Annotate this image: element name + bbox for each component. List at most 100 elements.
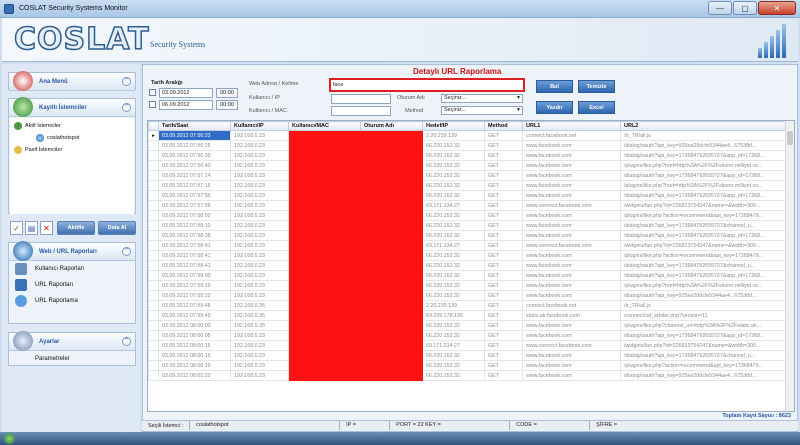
- method-select[interactable]: Seçiniz... ▼: [441, 106, 523, 115]
- table-row[interactable]: 03.09.2012 07:57:58 192.168.0.23 69.171.23…: [148, 200, 787, 211]
- table-row[interactable]: 03.09.2012 07:56:25 192.168.0.23 66.220.15…: [148, 140, 787, 151]
- table-row[interactable]: ▸ 03.09.2012 07:56:23 192.168.0.23 2.20.239…: [148, 130, 787, 141]
- row-pointer[interactable]: ▸: [148, 130, 159, 141]
- table-row[interactable]: 03.09.2012 08:02:22 192.168.0.23 66.220.15…: [148, 370, 787, 381]
- row-pointer[interactable]: [148, 170, 159, 181]
- row-pointer[interactable]: [148, 230, 159, 241]
- table-row[interactable]: 03.09.2012 07:58:41 192.168.0.23 69.171.23…: [148, 240, 787, 251]
- row-pointer[interactable]: [148, 310, 159, 321]
- url-report-grid[interactable]: Tarih/Saat Kullanıcı/IP Kullanıcı/MAC Ot…: [147, 120, 795, 412]
- date-from-checkbox[interactable]: [149, 89, 156, 96]
- document-icon[interactable]: ▤: [25, 221, 38, 235]
- table-row[interactable]: 03.09.2012 07:58:38 192.168.0.23 66.220.15…: [148, 230, 787, 241]
- table-row[interactable]: 03.09.2012 07:58:02 192.168.0.23 66.220.15…: [148, 210, 787, 221]
- row-pointer[interactable]: [148, 280, 159, 291]
- row-pointer[interactable]: [148, 340, 159, 351]
- table-cell: 66.220.152.32: [422, 220, 485, 231]
- table-row[interactable]: 03.09.2012 07:57:56 192.168.0.23 66.220.15…: [148, 190, 787, 201]
- row-pointer[interactable]: [148, 240, 159, 251]
- row-pointer[interactable]: [148, 160, 159, 171]
- row-pointer[interactable]: [148, 190, 159, 201]
- row-pointer[interactable]: [148, 260, 159, 271]
- date-to-checkbox[interactable]: [149, 101, 156, 108]
- scrollbar-thumb[interactable]: [787, 131, 793, 145]
- collapse-chevron-icon[interactable]: ⌃: [122, 247, 131, 256]
- row-pointer[interactable]: [148, 150, 159, 161]
- excel-button[interactable]: Excel: [578, 101, 615, 114]
- table-row[interactable]: 03.09.2012 08:00:15 192.168.0.23 69.171.23…: [148, 340, 787, 351]
- col-header-session[interactable]: Oturum Adı: [360, 121, 423, 131]
- start-button-icon[interactable]: [4, 433, 15, 444]
- row-pointer[interactable]: [148, 220, 159, 231]
- menu-url-reporting[interactable]: URL Raporlama: [9, 293, 135, 309]
- table-row[interactable]: 03.09.2012 07:56:40 192.168.0.23 66.220.15…: [148, 160, 787, 171]
- row-pointer[interactable]: [148, 250, 159, 261]
- vertical-scrollbar[interactable]: [785, 121, 794, 411]
- tree-item-passive-clients[interactable]: Pasif İstemciler: [14, 144, 134, 156]
- date-to-field[interactable]: 06.09.2012: [159, 100, 213, 110]
- menu-user-reports[interactable]: Kullanıcı Raporları: [9, 261, 135, 277]
- row-pointer[interactable]: [148, 320, 159, 331]
- menu-parameters[interactable]: Parametreler: [9, 351, 135, 367]
- row-pointer[interactable]: [148, 360, 159, 371]
- col-header-date[interactable]: Tarih/Saat: [158, 121, 231, 131]
- table-row[interactable]: 03.09.2012 08:00:05 192.168.0.23 66.220.15…: [148, 330, 787, 341]
- table-cell: www.facebook.com: [522, 350, 621, 361]
- collapse-chevron-icon[interactable]: ⌃: [122, 77, 131, 86]
- table-cell: 192.168.0.23: [230, 340, 289, 351]
- print-button[interactable]: Yazdır: [536, 101, 573, 114]
- time-to-field[interactable]: 00:00: [216, 100, 238, 110]
- row-pointer[interactable]: [148, 370, 159, 381]
- col-header-user-ip[interactable]: Kullanıcı/IP: [230, 121, 289, 131]
- col-header-user-mac[interactable]: Kullanıcı/MAC: [288, 121, 361, 131]
- row-pointer[interactable]: [148, 200, 159, 211]
- table-row[interactable]: 03.09.2012 07:58:10 192.168.0.23 66.220.15…: [148, 220, 787, 231]
- session-select[interactable]: Seçiniz... ▼: [441, 94, 523, 103]
- row-pointer[interactable]: [148, 210, 159, 221]
- table-row[interactable]: 03.09.2012 07:59:00 192.168.0.23 66.220.15…: [148, 270, 787, 281]
- tree-item-client[interactable]: coslathotspot: [14, 132, 134, 144]
- col-header-method[interactable]: Method: [484, 121, 523, 131]
- time-from-field[interactable]: 00:00: [216, 88, 238, 98]
- user-ip-input[interactable]: [331, 94, 391, 104]
- delete-icon[interactable]: ✕: [40, 221, 53, 235]
- get-data-button[interactable]: Data Al: [98, 221, 136, 235]
- find-button[interactable]: Bul: [536, 80, 573, 93]
- col-header-url2[interactable]: URL2: [620, 121, 787, 131]
- collapse-chevron-icon[interactable]: ⌃: [122, 103, 131, 112]
- activate-button[interactable]: Aktifle: [57, 221, 95, 235]
- row-pointer[interactable]: [148, 300, 159, 311]
- clear-button[interactable]: Temizle: [578, 80, 615, 93]
- table-row[interactable]: 03.09.2012 07:59:22 192.168.0.23 66.220.15…: [148, 290, 787, 301]
- row-pointer[interactable]: [148, 140, 159, 151]
- user-mac-input[interactable]: [331, 106, 391, 116]
- col-header-url1[interactable]: URL1: [522, 121, 621, 131]
- row-pointer[interactable]: [148, 330, 159, 341]
- table-row[interactable]: 03.09.2012 07:57:14 192.168.0.23 66.220.15…: [148, 170, 787, 181]
- table-row[interactable]: 03.09.2012 08:00:19 192.168.0.23 66.220.15…: [148, 360, 787, 371]
- date-from-field[interactable]: 03.09.2012: [159, 88, 213, 98]
- table-row[interactable]: 03.09.2012 08:00:03 192.168.0.35 66.220.15…: [148, 320, 787, 331]
- table-row[interactable]: 03.09.2012 07:58:41 192.168.0.23 66.220.15…: [148, 260, 787, 271]
- collapse-chevron-icon[interactable]: ⌃: [122, 337, 131, 346]
- menu-url-reports[interactable]: URL Raporları: [9, 277, 135, 293]
- table-row[interactable]: 03.09.2012 07:57:15 192.168.0.23 66.220.15…: [148, 180, 787, 191]
- table-row[interactable]: 03.09.2012 08:00:16 192.168.0.23 66.220.15…: [148, 350, 787, 361]
- table-row[interactable]: 03.09.2012 07:59:48 192.168.0.35 2.20.239.…: [148, 300, 787, 311]
- confirm-icon[interactable]: ✓: [10, 221, 23, 235]
- table-row[interactable]: 03.09.2012 07:59:49 192.168.0.35 69.239.17…: [148, 310, 787, 321]
- col-header-target-ip[interactable]: Hedef/IP: [422, 121, 485, 131]
- row-pointer[interactable]: [148, 290, 159, 301]
- row-pointer[interactable]: [148, 180, 159, 191]
- table-row[interactable]: 03.09.2012 07:59:19 192.168.0.23 66.220.15…: [148, 280, 787, 291]
- minimize-button[interactable]: —: [708, 1, 732, 15]
- table-row[interactable]: 03.09.2012 07:56:39 192.168.0.23 66.220.15…: [148, 150, 787, 161]
- table-row[interactable]: 03.09.2012 07:58:41 192.168.0.23 66.220.15…: [148, 250, 787, 261]
- maximize-button[interactable]: ▢: [733, 1, 757, 15]
- row-pointer[interactable]: [148, 350, 159, 361]
- row-pointer[interactable]: [148, 270, 159, 281]
- web-address-input[interactable]: face: [329, 78, 525, 92]
- tree-item-active-clients[interactable]: Aktif İstemciler: [14, 120, 134, 132]
- close-button[interactable]: ✕: [758, 1, 796, 15]
- main-menu-panel[interactable]: Ana Menü ⌃: [8, 71, 136, 91]
